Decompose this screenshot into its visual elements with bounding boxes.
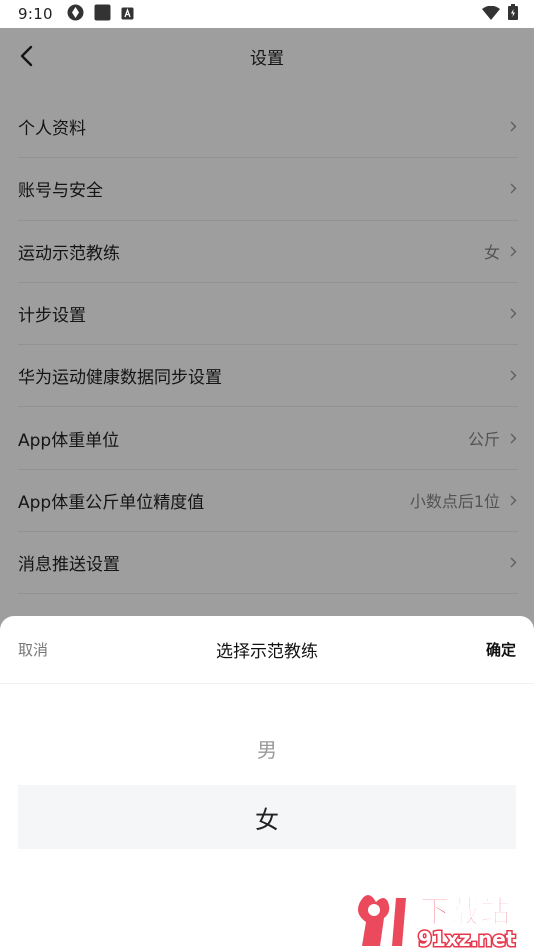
picker-option-female-selected[interactable]: 女 [18, 785, 516, 849]
site-watermark-logo: 下载站 91xz.net [358, 895, 517, 950]
font-notification-icon [121, 5, 134, 24]
watermark-site: 91xz.net [418, 927, 516, 950]
app-notification-icon [94, 4, 111, 25]
confirm-button[interactable]: 确定 [486, 639, 516, 660]
status-bar: 9:10 [0, 0, 534, 28]
watermark-brand: 下载站 [420, 895, 510, 930]
wifi-icon [482, 5, 500, 24]
sheet-title: 选择示范教练 [216, 642, 318, 662]
sheet-header: 取消 选择示范教练 确定 [0, 616, 534, 684]
cancel-button[interactable]: 取消 [18, 639, 48, 660]
battery-icon [508, 4, 518, 24]
picker-option-male[interactable]: 男 [0, 716, 534, 780]
coach-picker-wheel[interactable]: 男 女 [0, 716, 534, 849]
sync-status-icon [67, 4, 84, 25]
status-time: 9:10 [18, 5, 53, 23]
